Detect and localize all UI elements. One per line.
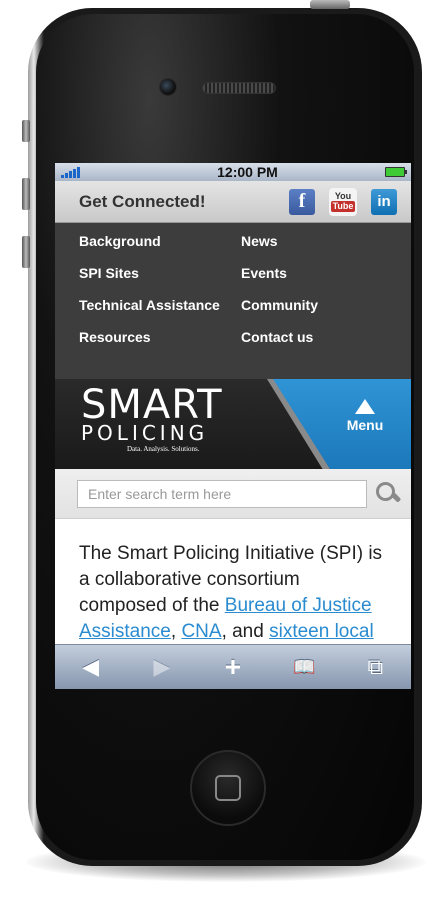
main-nav: Background News SPI Sites Events Technic… [55, 223, 411, 379]
nav-background[interactable]: Background [79, 233, 241, 265]
linkedin-icon[interactable]: in [371, 188, 397, 215]
nav-contact-us[interactable]: Contact us [241, 329, 411, 361]
nav-events[interactable]: Events [241, 265, 411, 297]
menu-label: Menu [346, 417, 384, 433]
status-bar: 12:00 PM [55, 163, 411, 181]
power-button [310, 0, 350, 9]
get-connected-bar: Get Connected! f You Tube in [55, 181, 411, 223]
browser-toolbar: ◀ ▶ + 📖 ⧉ [55, 644, 411, 689]
nav-news[interactable]: News [241, 233, 411, 265]
back-arrow-icon[interactable]: ◀ [71, 654, 111, 680]
intro-paragraph: The Smart Policing Initiative (SPI) is a… [79, 543, 383, 642]
signal-icon [61, 166, 80, 178]
phone-screen: 12:00 PM Get Connected! f You Tube in Ba… [55, 163, 411, 689]
nav-resources[interactable]: Resources [79, 329, 241, 361]
home-square-icon [215, 775, 241, 801]
menu-button-content[interactable]: Menu [335, 399, 395, 433]
add-bookmark-icon[interactable]: + [213, 651, 253, 683]
get-connected-title: Get Connected! [79, 191, 206, 211]
nav-community[interactable]: Community [241, 297, 411, 329]
triangle-up-icon [355, 399, 375, 414]
search-icon[interactable] [375, 481, 402, 507]
nav-technical-assistance[interactable]: Technical Assistance [79, 297, 241, 329]
search-input[interactable] [77, 479, 367, 508]
link-cna[interactable]: CNA [181, 621, 221, 642]
earpiece-speaker [202, 82, 276, 94]
mute-switch [22, 120, 30, 142]
nav-spi-sites[interactable]: SPI Sites [79, 265, 241, 297]
facebook-icon[interactable]: f [289, 188, 315, 215]
youtube-icon[interactable]: You Tube [329, 187, 357, 216]
volume-up-button [22, 178, 30, 210]
status-time: 12:00 PM [217, 164, 278, 180]
search-bar [55, 469, 411, 519]
pages-icon[interactable]: ⧉ [355, 654, 395, 680]
battery-icon [384, 167, 407, 177]
home-button[interactable] [190, 750, 266, 826]
site-banner: SMART POLICING Data. Analysis. Solutions… [55, 379, 411, 469]
forward-arrow-icon[interactable]: ▶ [142, 654, 182, 680]
front-camera [159, 78, 177, 96]
smart-policing-logo[interactable]: SMART POLICING Data. Analysis. Solutions… [81, 385, 223, 453]
link-sixteen-local[interactable]: sixteen local [269, 621, 374, 642]
bookmarks-icon[interactable]: 📖 [284, 657, 324, 678]
volume-down-button [22, 236, 30, 268]
